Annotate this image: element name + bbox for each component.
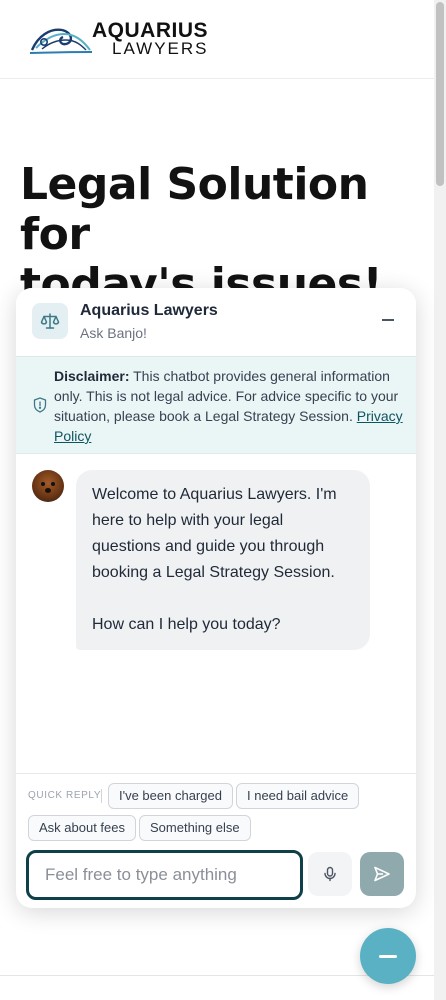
message-list: Welcome to Aquarius Lawyers. I'm here to…	[16, 454, 416, 774]
message-input[interactable]	[26, 850, 303, 900]
bot-avatar	[32, 470, 64, 502]
quick-reply-chip[interactable]: I need bail advice	[236, 783, 360, 809]
microphone-icon	[324, 866, 336, 882]
minus-icon	[382, 319, 394, 321]
wave-logo-icon	[29, 28, 93, 54]
chat-title: Aquarius Lawyers	[80, 302, 218, 319]
page-scrollbar[interactable]	[434, 0, 446, 1000]
quick-replies: QUICK REPLY I've been charged I need bai…	[16, 773, 416, 845]
chat-header: Aquarius Lawyers Ask Banjo!	[16, 288, 416, 356]
minimize-button[interactable]	[380, 312, 396, 328]
logo-title: AQUARIUS	[92, 19, 209, 42]
logo-subtitle: LAWYERS	[112, 39, 209, 58]
bot-message-bubble: Welcome to Aquarius Lawyers. I'm here to…	[76, 470, 370, 650]
quick-reply-chip[interactable]: Ask about fees	[28, 815, 136, 841]
send-button[interactable]	[360, 852, 404, 896]
composer	[16, 845, 416, 908]
chat-widget: Aquarius Lawyers Ask Banjo! Disclaimer: …	[16, 288, 416, 908]
send-icon	[374, 866, 390, 882]
quick-reply-label: QUICK REPLY	[28, 790, 102, 801]
disclaimer-banner: Disclaimer: This chatbot provides genera…	[16, 356, 416, 454]
chat-subtitle: Ask Banjo!	[80, 325, 147, 341]
disclaimer-label: Disclaimer:	[54, 368, 130, 384]
divider	[101, 789, 102, 803]
quick-reply-chip[interactable]: Something else	[139, 815, 251, 841]
chat-toggle-button[interactable]	[360, 928, 416, 984]
scales-icon	[32, 303, 68, 339]
quick-reply-chip[interactable]: I've been charged	[108, 783, 233, 809]
minus-icon	[379, 954, 397, 958]
microphone-button[interactable]	[308, 852, 352, 896]
hero-line: for	[20, 209, 90, 260]
message-paragraph: Welcome to Aquarius Lawyers. I'm here to…	[92, 486, 337, 581]
site-header: AQUARIUS LAWYERS	[0, 0, 434, 79]
scrollbar-thumb[interactable]	[436, 2, 444, 186]
disclaimer-text: Disclaimer: This chatbot provides genera…	[54, 366, 404, 446]
hero-line: Legal Solution	[20, 159, 369, 210]
shield-icon	[33, 397, 47, 413]
site-logo[interactable]: AQUARIUS LAWYERS	[28, 20, 209, 57]
message-paragraph: How can I help you today?	[92, 616, 281, 633]
